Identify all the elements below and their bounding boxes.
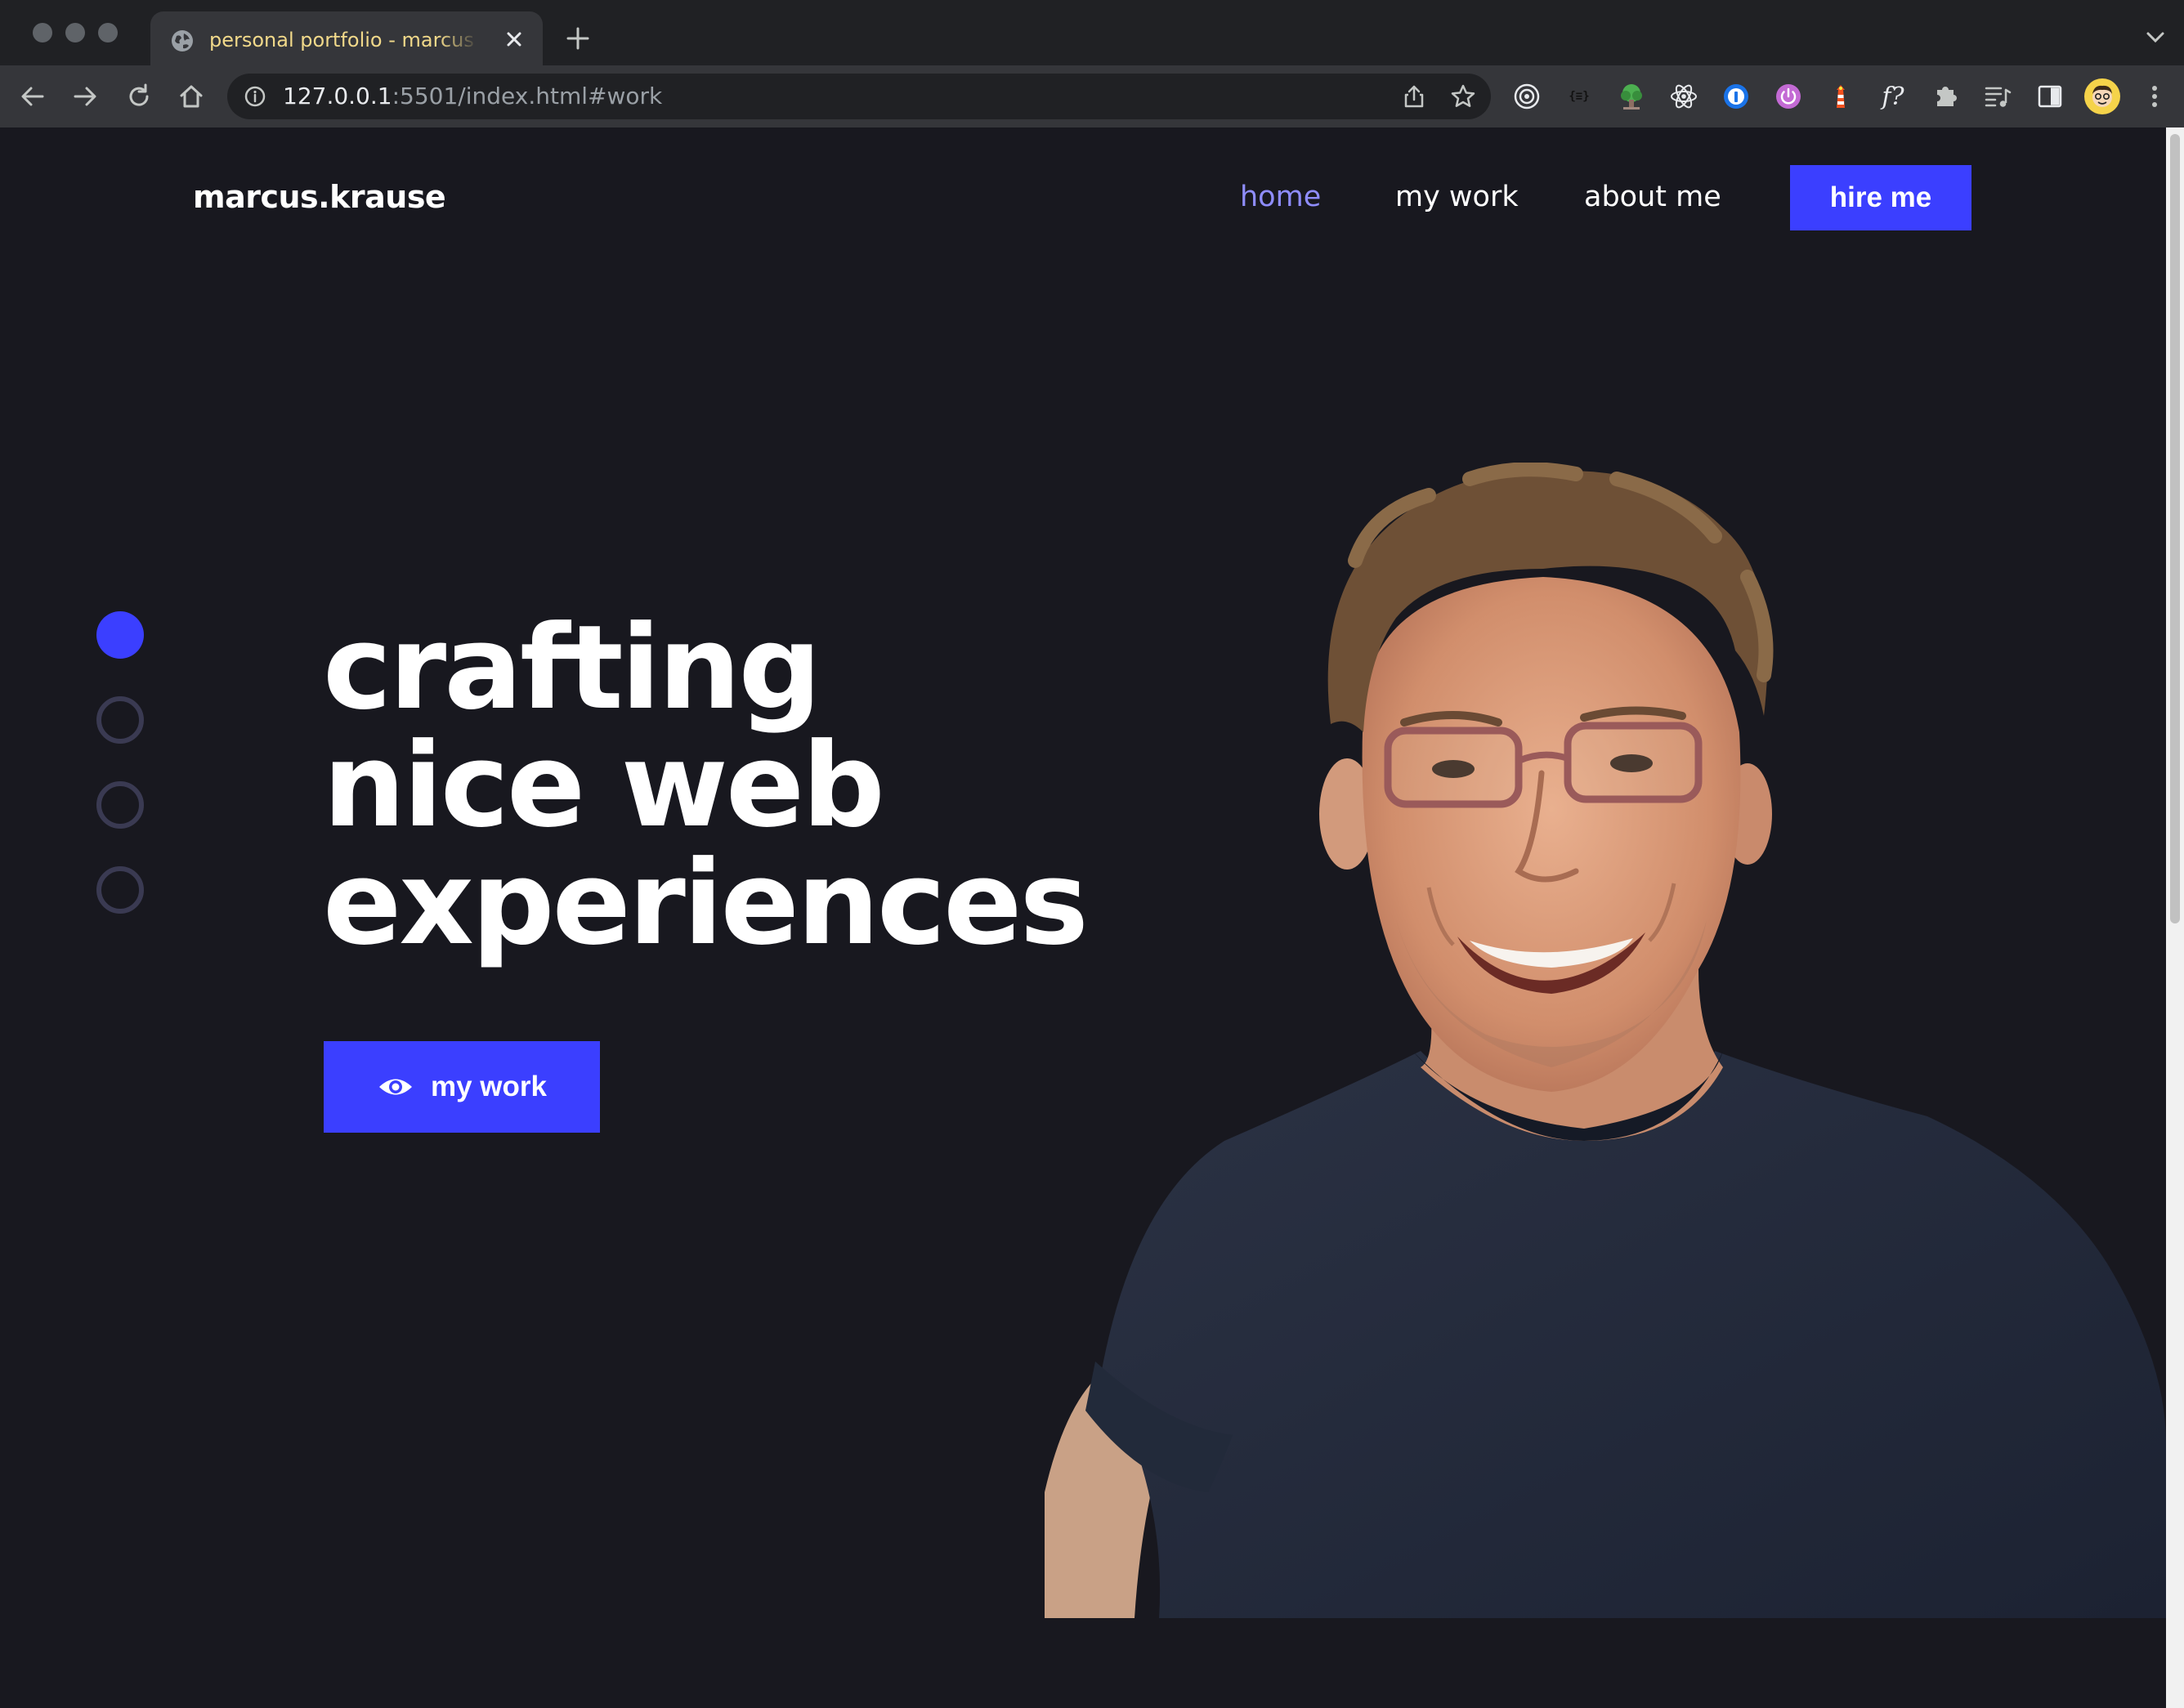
kebab-menu-icon[interactable] [2138, 80, 2171, 113]
nav-link-home[interactable]: home [1240, 177, 1321, 217]
minimize-window-button[interactable] [65, 23, 85, 42]
browser-tab-strip: personal portfolio - marcus krause [0, 0, 2184, 65]
page-viewport: marcus.krause home my work about me hire… [0, 127, 2166, 1708]
json-icon[interactable]: {≡} [1563, 80, 1595, 113]
hire-me-button[interactable]: hire me [1790, 165, 1971, 230]
chevron-down-icon[interactable] [2143, 28, 2168, 47]
url-host: 127.0.0.1 [283, 83, 392, 110]
react-icon[interactable] [1667, 80, 1700, 113]
portrait-photo [1045, 463, 2166, 1618]
tab-title: personal portfolio - marcus krause [209, 29, 479, 51]
globe-icon [172, 30, 193, 51]
eye-icon [379, 1079, 412, 1095]
slide-dot-2[interactable] [96, 696, 144, 744]
avatar-icon[interactable] [2084, 78, 2120, 114]
info-icon[interactable] [1720, 80, 1752, 113]
home-icon[interactable] [177, 82, 206, 111]
nav-link-about-me[interactable]: about me [1584, 177, 1721, 217]
close-tab-icon[interactable] [502, 27, 526, 51]
function-icon-label: f? [1882, 82, 1904, 111]
function-icon[interactable]: f? [1877, 80, 1909, 113]
address-bar[interactable]: 127.0.0.1:5501/index.html#work [227, 74, 1491, 119]
bookmark-star-icon[interactable] [1450, 83, 1476, 110]
forward-arrow-icon[interactable] [70, 82, 100, 111]
sidepanel-icon[interactable] [2034, 80, 2066, 113]
media-icon[interactable] [1981, 80, 2014, 113]
new-tab-icon[interactable] [564, 25, 592, 52]
site-logo[interactable]: marcus.krause [193, 177, 446, 217]
url-text[interactable]: 127.0.0.1:5501/index.html#work [283, 74, 662, 119]
close-window-button[interactable] [33, 23, 52, 42]
hero-headline: crafting nice web experiences [323, 601, 1089, 971]
my-work-button[interactable]: my work [324, 1041, 600, 1133]
maximize-window-button[interactable] [98, 23, 118, 42]
lighthouse-icon[interactable] [1824, 80, 1857, 113]
slide-dot-1[interactable] [96, 611, 144, 659]
back-arrow-icon[interactable] [18, 82, 47, 111]
site-info-icon[interactable] [244, 85, 266, 108]
puzzle-icon[interactable] [1929, 80, 1962, 113]
share-icon[interactable] [1401, 83, 1427, 110]
target-icon[interactable] [1510, 80, 1543, 113]
url-path: :5501/index.html#work [392, 83, 663, 110]
my-work-button-label: my work [431, 1071, 547, 1102]
reload-icon[interactable] [124, 82, 154, 111]
headline-line-3: experiences [323, 836, 1089, 971]
slide-dot-3[interactable] [96, 781, 144, 829]
scrollbar-thumb[interactable] [2170, 134, 2180, 923]
json-icon-label: {≡} [1569, 90, 1590, 103]
headline-line-2: nice web [323, 718, 885, 853]
slide-dot-4[interactable] [96, 866, 144, 914]
tree-icon[interactable] [1615, 80, 1648, 113]
browser-tab[interactable]: personal portfolio - marcus krause [150, 11, 543, 65]
nav-link-my-work[interactable]: my work [1395, 177, 1519, 217]
power-icon[interactable] [1772, 80, 1805, 113]
headline-line-1: crafting [323, 601, 821, 736]
